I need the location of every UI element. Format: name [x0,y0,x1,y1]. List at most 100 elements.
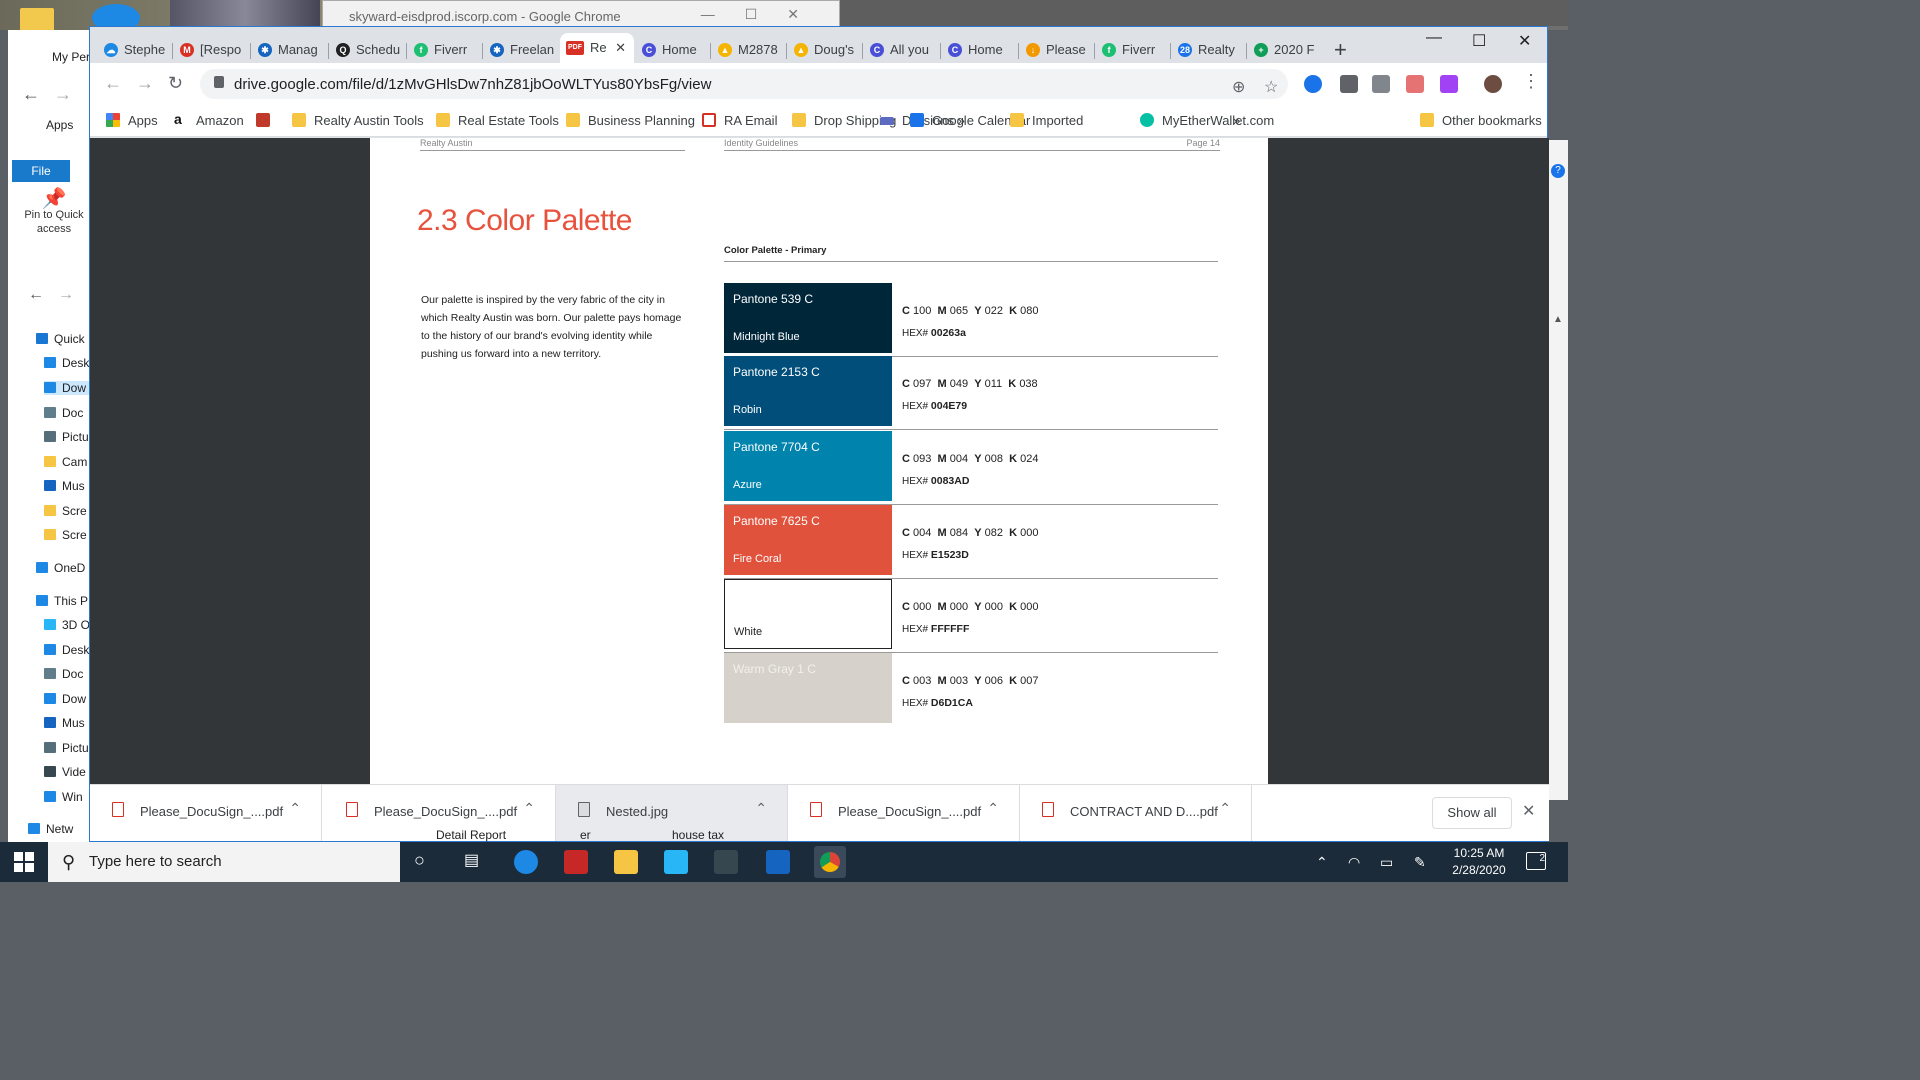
explorer-nav-item[interactable]: OneD [36,561,85,575]
bookmark-item[interactable]: Business Planning [566,113,695,128]
taskbar-search-box[interactable]: ⚲ Type here to search [48,842,400,882]
pdf-viewer[interactable]: Realty Austin Identity Guidelines Page 1… [90,138,1549,784]
explorer-nav-item[interactable]: Scre [44,528,87,542]
browser-tab[interactable]: ✱ Manag [252,37,328,63]
cortana-icon[interactable]: ○ [414,850,425,871]
browser-tab[interactable]: f Fiverr [408,37,482,63]
explorer-nav-item[interactable]: Pictu [44,430,89,444]
battery-icon[interactable]: ▭ [1380,854,1393,871]
file-explorer-icon[interactable] [614,850,638,874]
explorer-nav-item[interactable]: Pictu [44,741,89,755]
nav-back-icon[interactable]: ← [28,286,44,304]
back-button[interactable]: ← [104,73,122,94]
chevron-up-icon[interactable]: ⌃ [987,800,999,817]
file-explorer-window[interactable]: My Per ← → Apps File 📌 Pin to Quick acce… [8,30,98,842]
browser-tab[interactable]: Q Schedu [330,37,406,63]
help-icon[interactable]: ? [1551,164,1565,178]
browser-tab[interactable]: C Home [942,37,1018,63]
tray-chevron-icon[interactable]: ⌃ [1316,854,1328,871]
chevron-up-icon[interactable]: ⌃ [523,800,535,817]
explorer-nav-item[interactable]: Mus [44,716,85,730]
taskbar-clock[interactable]: 10:25 AM 2/28/2020 [1436,845,1522,879]
minimize-button[interactable]: — [1426,29,1442,47]
bookmark-item[interactable]: RA Email [702,113,777,128]
close-tab-icon[interactable]: ✕ [615,33,626,63]
explorer-nav-item[interactable]: Scre [44,504,87,518]
explorer-nav-item[interactable]: 3D O [44,618,90,632]
bookmark-item[interactable]: a Amazon [174,112,244,128]
pen-icon[interactable]: ✎ [1414,854,1426,871]
bookmarks-overflow-button[interactable]: » [1233,113,1240,128]
bookmark-item[interactable]: Imported [1010,113,1083,128]
lync-icon[interactable] [664,850,688,874]
chevron-up-icon[interactable]: ⌃ [289,800,301,817]
show-all-button[interactable]: Show all [1432,797,1512,829]
onedrive-extension-icon[interactable] [1304,75,1322,93]
profile-avatar[interactable] [1484,75,1502,93]
close-window-button[interactable]: ✕ [1518,31,1531,51]
browser-tab[interactable]: ✱ Freelan [484,37,558,63]
explorer-file-tab[interactable]: File [12,160,70,182]
browser-tab[interactable]: 28 Realty [1172,37,1246,63]
forward-button[interactable]: → [136,73,154,94]
browser-tab[interactable]: ↓ Please [1020,37,1094,63]
explorer-nav-item[interactable]: Cam [44,455,87,469]
browser-tab[interactable]: ▲ Doug's [788,37,862,63]
screen-extension-icon[interactable] [1372,75,1390,93]
bookmark-star-icon[interactable]: ☆ [1264,77,1278,97]
back-arrow-icon[interactable]: ← [22,84,40,105]
explorer-nav-item[interactable]: Vide [44,765,86,779]
explorer-nav-item[interactable]: Dow [44,692,86,706]
edge-icon[interactable] [514,850,538,874]
bookmark-item[interactable]: Apps [106,113,158,128]
pin-to-quick-access-button[interactable]: 📌 Pin to Quick access [10,189,97,236]
background-window-scrollbar[interactable]: ? ▲ [1548,140,1568,800]
wifi-icon[interactable]: ◠ [1348,854,1360,871]
lock-icon[interactable] [214,76,224,88]
notification-center-icon[interactable]: 2 [1526,852,1546,870]
bookmark-item[interactable]: MyEtherWallet.com [1140,113,1274,128]
explorer-nav-item[interactable]: Desk [44,356,89,370]
chevron-up-icon[interactable]: ⌃ [755,800,767,817]
scroll-up-icon[interactable]: ▲ [1553,314,1563,325]
chrome-taskbar-icon[interactable] [814,846,846,878]
address-bar[interactable]: drive.google.com/file/d/1zMvGHlsDw7nhZ81… [200,69,1288,99]
menu-kebab-icon[interactable]: ⋮ [1522,71,1540,92]
address-url[interactable]: drive.google.com/file/d/1zMvGHlsDw7nhZ81… [234,76,711,93]
chrome-window[interactable]: + — ☐ ✕ ☁ Stephe M [Respo ✱ Manag Q Schedu f Five… [89,26,1549,842]
chevron-up-icon[interactable]: ⌃ [1219,800,1231,817]
explorer-nav-item[interactable]: Win [44,790,83,804]
mcafee-icon[interactable] [564,850,588,874]
explorer-nav-item[interactable]: Netw [28,822,73,836]
task-view-icon[interactable]: ▤ [464,850,479,870]
browser-tab[interactable]: C All you [864,37,940,63]
browser-tab[interactable]: M [Respo [174,37,250,63]
browser-tab[interactable]: ▲ M2878 [712,37,786,63]
explorer-nav-item[interactable]: Doc [44,406,83,420]
browser-tab[interactable]: ☁ Stephe [98,37,172,63]
mail-icon[interactable] [766,850,790,874]
grammarly-extension-icon[interactable] [1340,75,1358,93]
windows-start-icon[interactable] [14,852,34,872]
download-item[interactable]: CONTRACT AND D....pdf ⌃ [1020,785,1252,841]
nav-forward-icon[interactable]: → [58,286,74,304]
explorer-nav-item[interactable]: Doc [44,667,83,681]
reload-button[interactable]: ↻ [168,73,183,94]
zoom-icon[interactable]: ⊕ [1232,77,1245,97]
explorer-nav-item[interactable]: Desk [44,643,89,657]
new-tab-button[interactable]: + [1334,37,1347,63]
browser-tab[interactable]: +2020 F [1248,37,1322,63]
store-icon[interactable] [714,850,738,874]
pdf-extension-icon[interactable] [1406,75,1424,93]
puzzle-extension-icon[interactable] [1440,75,1458,93]
browser-tab[interactable]: C Home [636,37,710,63]
explorer-nav-item[interactable]: Quick [36,332,85,346]
browser-tab[interactable]: f Fiverr [1096,37,1170,63]
close-download-bar-icon[interactable]: ✕ [1522,801,1535,821]
bookmark-item[interactable]: Other bookmarks [1420,113,1542,128]
background-window-controls[interactable]: —☐✕ [701,6,829,23]
explorer-nav-item[interactable]: This P [36,594,88,608]
bookmark-item[interactable]: Real Estate Tools [436,113,559,128]
download-item[interactable]: Please_DocuSign_....pdf ⌃ [788,785,1020,841]
explorer-nav-item[interactable]: Mus [44,479,85,493]
